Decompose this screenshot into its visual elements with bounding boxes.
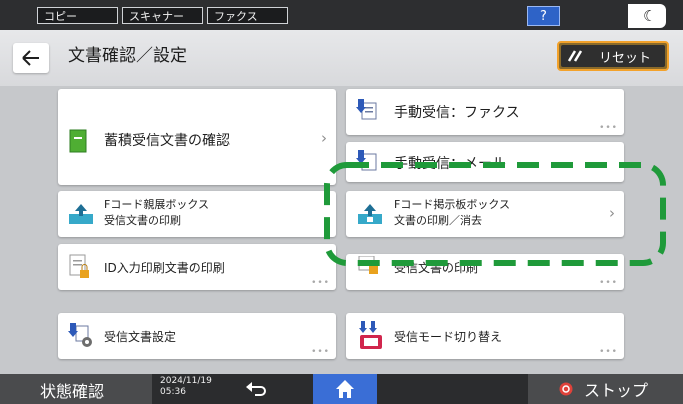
top-bar: コピー スキャナー ファクス ? ☾ (0, 0, 683, 30)
stored-docs-card[interactable]: 蓄積受信文書の確認 › (58, 89, 336, 185)
date-text: 2024/11/19 (160, 376, 212, 386)
moon-icon: ☾ (643, 7, 657, 25)
f-personal-box-card[interactable]: Fコード親展ボックス 受信文書の印刷 (58, 191, 336, 237)
tab-copy[interactable]: コピー (37, 7, 118, 24)
return-icon[interactable] (245, 381, 267, 397)
more-icon: ••• (599, 347, 618, 357)
display-mode-button[interactable]: ☾ (628, 4, 666, 28)
stored-docs-label: 蓄積受信文書の確認 (104, 133, 230, 149)
reset-button[interactable]: リセット (557, 41, 669, 71)
receive-mode-label: 受信モード切り替え (394, 330, 503, 344)
receive-settings-icon (68, 323, 92, 347)
id-print-label: ID入力印刷文書の印刷 (104, 261, 225, 275)
home-button[interactable] (313, 374, 377, 404)
stop-button[interactable]: ストップ (528, 374, 683, 404)
more-icon: ••• (311, 278, 330, 288)
f-personal-line2: 受信文書の印刷 (104, 214, 181, 227)
receive-mode-card[interactable]: 受信モード切り替え ••• (346, 313, 624, 359)
id-print-card[interactable]: ID入力印刷文書の印刷 ••• (58, 244, 336, 290)
datetime: 2024/11/19 05:36 (160, 376, 212, 398)
reset-label: リセット (599, 51, 652, 66)
stop-label: ストップ (584, 381, 649, 400)
reset-icon (567, 50, 583, 62)
back-button[interactable] (13, 43, 49, 73)
stop-icon (559, 382, 573, 396)
tab-fax[interactable]: ファクス (207, 7, 288, 24)
receive-settings-label: 受信文書設定 (104, 330, 177, 344)
home-icon (336, 380, 354, 398)
f-personal-line1: Fコード親展ボックス (104, 198, 209, 211)
page-title: 文書確認／設定 (68, 46, 187, 66)
manual-fax-card[interactable]: 手動受信：ファクス ••• (346, 89, 624, 135)
fax-receive-icon (356, 99, 377, 120)
manual-fax-label: 手動受信：ファクス (394, 105, 520, 121)
status-label: 状態確認 (40, 382, 105, 401)
inbox-tray-icon (69, 204, 93, 224)
tab-scanner[interactable]: スキャナー (122, 7, 203, 24)
receive-settings-card[interactable]: 受信文書設定 ••• (58, 313, 336, 359)
more-icon: ••• (311, 347, 330, 357)
locked-document-icon (69, 254, 89, 278)
arrow-left-icon (22, 50, 39, 66)
document-green-icon (69, 129, 87, 153)
more-icon: ••• (599, 123, 618, 133)
help-button[interactable]: ? (527, 6, 560, 26)
status-button[interactable]: 状態確認 (0, 374, 152, 404)
time-text: 05:36 (160, 387, 186, 397)
bottom-bar: 状態確認 2024/11/19 05:36 ストップ (0, 374, 683, 404)
chevron-right-icon: › (321, 129, 327, 147)
more-icon: ••• (599, 278, 618, 288)
highlight-frame (324, 162, 666, 266)
fax-machine-icon (359, 321, 382, 349)
